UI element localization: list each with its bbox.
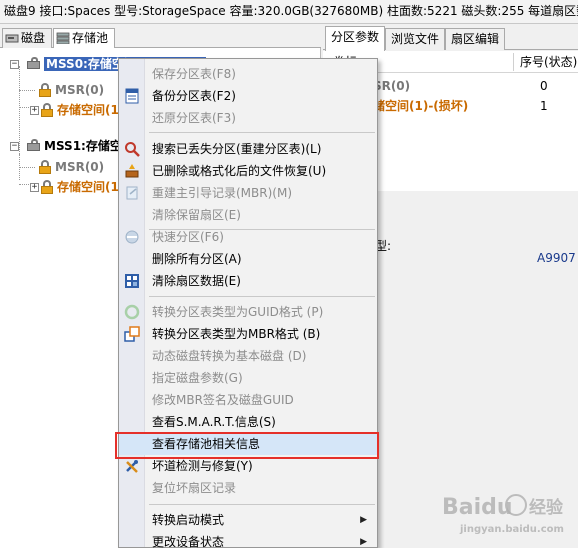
disk-info-bar: 磁盘9 接口:Spaces 型号:StorageSpace 容量:320.0GB… bbox=[0, 0, 578, 24]
lock-icon bbox=[38, 160, 52, 174]
menu-item-convert-to-mbr[interactable]: 转换分区表类型为MBR格式 (B) bbox=[119, 323, 377, 345]
table-cell-index: 1 bbox=[540, 99, 548, 113]
menu-item-label: 清除保留扇区(E) bbox=[152, 208, 241, 222]
menu-item-label: 已删除或格式化后的文件恢复(U) bbox=[152, 164, 327, 178]
menu-item-label: 转换启动模式 bbox=[152, 513, 225, 527]
menu-item-backup-partition-table[interactable]: 备份分区表(F2) bbox=[119, 85, 377, 107]
tab-disk[interactable]: 磁盘 bbox=[2, 28, 52, 48]
tree-guide bbox=[19, 90, 35, 91]
menu-item-file-recovery[interactable]: 已删除或格式化后的文件恢复(U) bbox=[119, 160, 377, 182]
locked-disk-icon bbox=[26, 57, 42, 71]
convert-guid-icon bbox=[124, 304, 140, 320]
menu-item-set-disk-params[interactable]: 指定磁盘参数(G) bbox=[119, 367, 377, 389]
menu-item-label: 还原分区表(F3) bbox=[152, 111, 236, 125]
lock-icon bbox=[40, 103, 54, 117]
menu-separator bbox=[149, 296, 375, 297]
lock-icon bbox=[38, 83, 52, 97]
svg-text:经验: 经验 bbox=[529, 497, 564, 518]
column-header-index[interactable]: 序号(状态) bbox=[520, 52, 577, 72]
clear-sectors-icon bbox=[124, 273, 140, 289]
menu-item-label: 转换分区表类型为GUID格式 (P) bbox=[152, 305, 324, 319]
tab-sector-editor[interactable]: 扇区编辑 bbox=[445, 28, 506, 50]
collapse-icon[interactable]: − bbox=[10, 60, 19, 69]
storage-pool-icon bbox=[56, 31, 70, 45]
collapse-icon[interactable]: − bbox=[10, 142, 19, 151]
menu-item-switch-boot-mode[interactable]: 转换启动模式 ▶ bbox=[119, 509, 377, 531]
menu-item-modify-mbr-signature[interactable]: 修改MBR签名及磁盘GUID bbox=[119, 389, 377, 411]
menu-item-label: 转换分区表类型为MBR格式 (B) bbox=[152, 327, 321, 341]
menu-item-dynamic-to-basic[interactable]: 动态磁盘转换为基本磁盘 (D) bbox=[119, 345, 377, 367]
right-tab-bar: 分区参数 浏览文件 扇区编辑 bbox=[323, 26, 578, 51]
menu-item-label: 快速分区(F6) bbox=[152, 230, 224, 244]
search-icon bbox=[124, 141, 140, 157]
tree-guide bbox=[19, 167, 35, 168]
menu-item-label: 复位坏扇区记录 bbox=[152, 481, 237, 495]
menu-item-clear-reserved-sectors[interactable]: 清除保留扇区(E) bbox=[119, 204, 377, 226]
menu-item-label: 搜索已丢失分区(重建分区表)(L) bbox=[152, 142, 322, 156]
quick-partition-icon bbox=[124, 229, 140, 245]
detail-value: A9907 bbox=[537, 251, 576, 265]
tab-partition-params[interactable]: 分区参数 bbox=[325, 26, 386, 51]
tree-node-label: 存储空间(1) bbox=[57, 180, 125, 194]
expand-icon[interactable]: + bbox=[30, 183, 39, 192]
backup-table-icon bbox=[124, 88, 140, 104]
menu-item-label: 保存分区表(F8) bbox=[152, 67, 236, 81]
menu-item-search-lost-partitions[interactable]: 搜索已丢失分区(重建分区表)(L) bbox=[119, 138, 377, 160]
baidu-logo-icon: Baidu 经验 jingyan.baidu.com bbox=[442, 494, 564, 535]
tree-node-label: MSR(0) bbox=[55, 83, 105, 97]
menu-item-label: 清除扇区数据(E) bbox=[152, 274, 241, 288]
tree-guide bbox=[19, 107, 29, 108]
tree-node-mss1-msr[interactable]: MSR(0) bbox=[38, 157, 104, 177]
tree-node-mss0-msr[interactable]: MSR(0) bbox=[38, 80, 104, 100]
svg-text:Baidu: Baidu bbox=[442, 495, 513, 520]
baidu-watermark: Baidu 经验 jingyan.baidu.com bbox=[440, 488, 575, 538]
column-divider bbox=[513, 53, 514, 71]
menu-item-label: 重建主引导记录(MBR)(M) bbox=[152, 186, 293, 200]
tree-node-label: 存储空间(1) bbox=[57, 103, 125, 117]
repair-tools-icon bbox=[124, 458, 140, 474]
menu-item-label: 查看S.M.A.R.T.信息(S) bbox=[152, 415, 276, 429]
context-menu: 保存分区表(F8) 备份分区表(F2) 还原分区表(F3) 搜索已丢失分区(重建… bbox=[118, 58, 378, 548]
menu-item-label: 更改设备状态 bbox=[152, 535, 225, 548]
tree-guide bbox=[19, 66, 20, 154]
menu-item-label: 动态磁盘转换为基本磁盘 (D) bbox=[152, 349, 307, 363]
disk-icon bbox=[5, 31, 19, 43]
tree-node-label: MSR(0) bbox=[55, 160, 105, 174]
svg-text:jingyan.baidu.com: jingyan.baidu.com bbox=[459, 524, 564, 535]
locked-disk-icon bbox=[26, 139, 42, 153]
menu-item-restore-partition-table[interactable]: 还原分区表(F3) bbox=[119, 107, 377, 129]
submenu-arrow-icon: ▶ bbox=[360, 537, 367, 547]
table-cell-index: 0 bbox=[540, 79, 548, 93]
submenu-arrow-icon: ▶ bbox=[360, 515, 367, 525]
tab-disk-label: 磁盘 bbox=[21, 31, 46, 45]
tree-guide bbox=[19, 184, 29, 185]
tab-browse-files[interactable]: 浏览文件 bbox=[385, 28, 446, 50]
menu-item-label: 删除所有分区(A) bbox=[152, 252, 242, 266]
left-tab-bar: 磁盘 存储池 bbox=[0, 26, 321, 48]
menu-item-view-smart[interactable]: 查看S.M.A.R.T.信息(S) bbox=[119, 411, 377, 433]
menu-item-convert-to-guid[interactable]: 转换分区表类型为GUID格式 (P) bbox=[119, 301, 377, 323]
tab-pool[interactable]: 存储池 bbox=[53, 28, 115, 48]
disk-info-text: 磁盘9 接口:Spaces 型号:StorageSpace 容量:320.0GB… bbox=[4, 4, 578, 18]
menu-separator bbox=[149, 504, 375, 505]
menu-item-reset-bad-sectors[interactable]: 复位坏扇区记录 bbox=[119, 477, 377, 499]
tab-pool-label: 存储池 bbox=[72, 31, 109, 45]
expand-icon[interactable]: + bbox=[30, 106, 39, 115]
menu-item-quick-partition[interactable]: 快速分区(F6) bbox=[119, 226, 377, 248]
rebuild-mbr-icon bbox=[124, 185, 140, 201]
menu-item-save-partition-table[interactable]: 保存分区表(F8) bbox=[119, 63, 377, 85]
menu-item-label: 备份分区表(F2) bbox=[152, 89, 236, 103]
convert-mbr-icon bbox=[124, 326, 140, 342]
highlight-annotation-box bbox=[115, 432, 379, 459]
menu-separator bbox=[149, 132, 375, 133]
menu-item-clear-sector-data[interactable]: 清除扇区数据(E) bbox=[119, 270, 377, 292]
menu-item-change-device-state[interactable]: 更改设备状态 ▶ bbox=[119, 531, 377, 548]
menu-item-delete-all-partitions[interactable]: 删除所有分区(A) bbox=[119, 248, 377, 270]
menu-item-label: 指定磁盘参数(G) bbox=[152, 371, 243, 385]
menu-item-label: 修改MBR签名及磁盘GUID bbox=[152, 393, 294, 407]
lock-icon bbox=[40, 180, 54, 194]
menu-item-rebuild-mbr[interactable]: 重建主引导记录(MBR)(M) bbox=[119, 182, 377, 204]
recovery-icon bbox=[124, 163, 140, 179]
